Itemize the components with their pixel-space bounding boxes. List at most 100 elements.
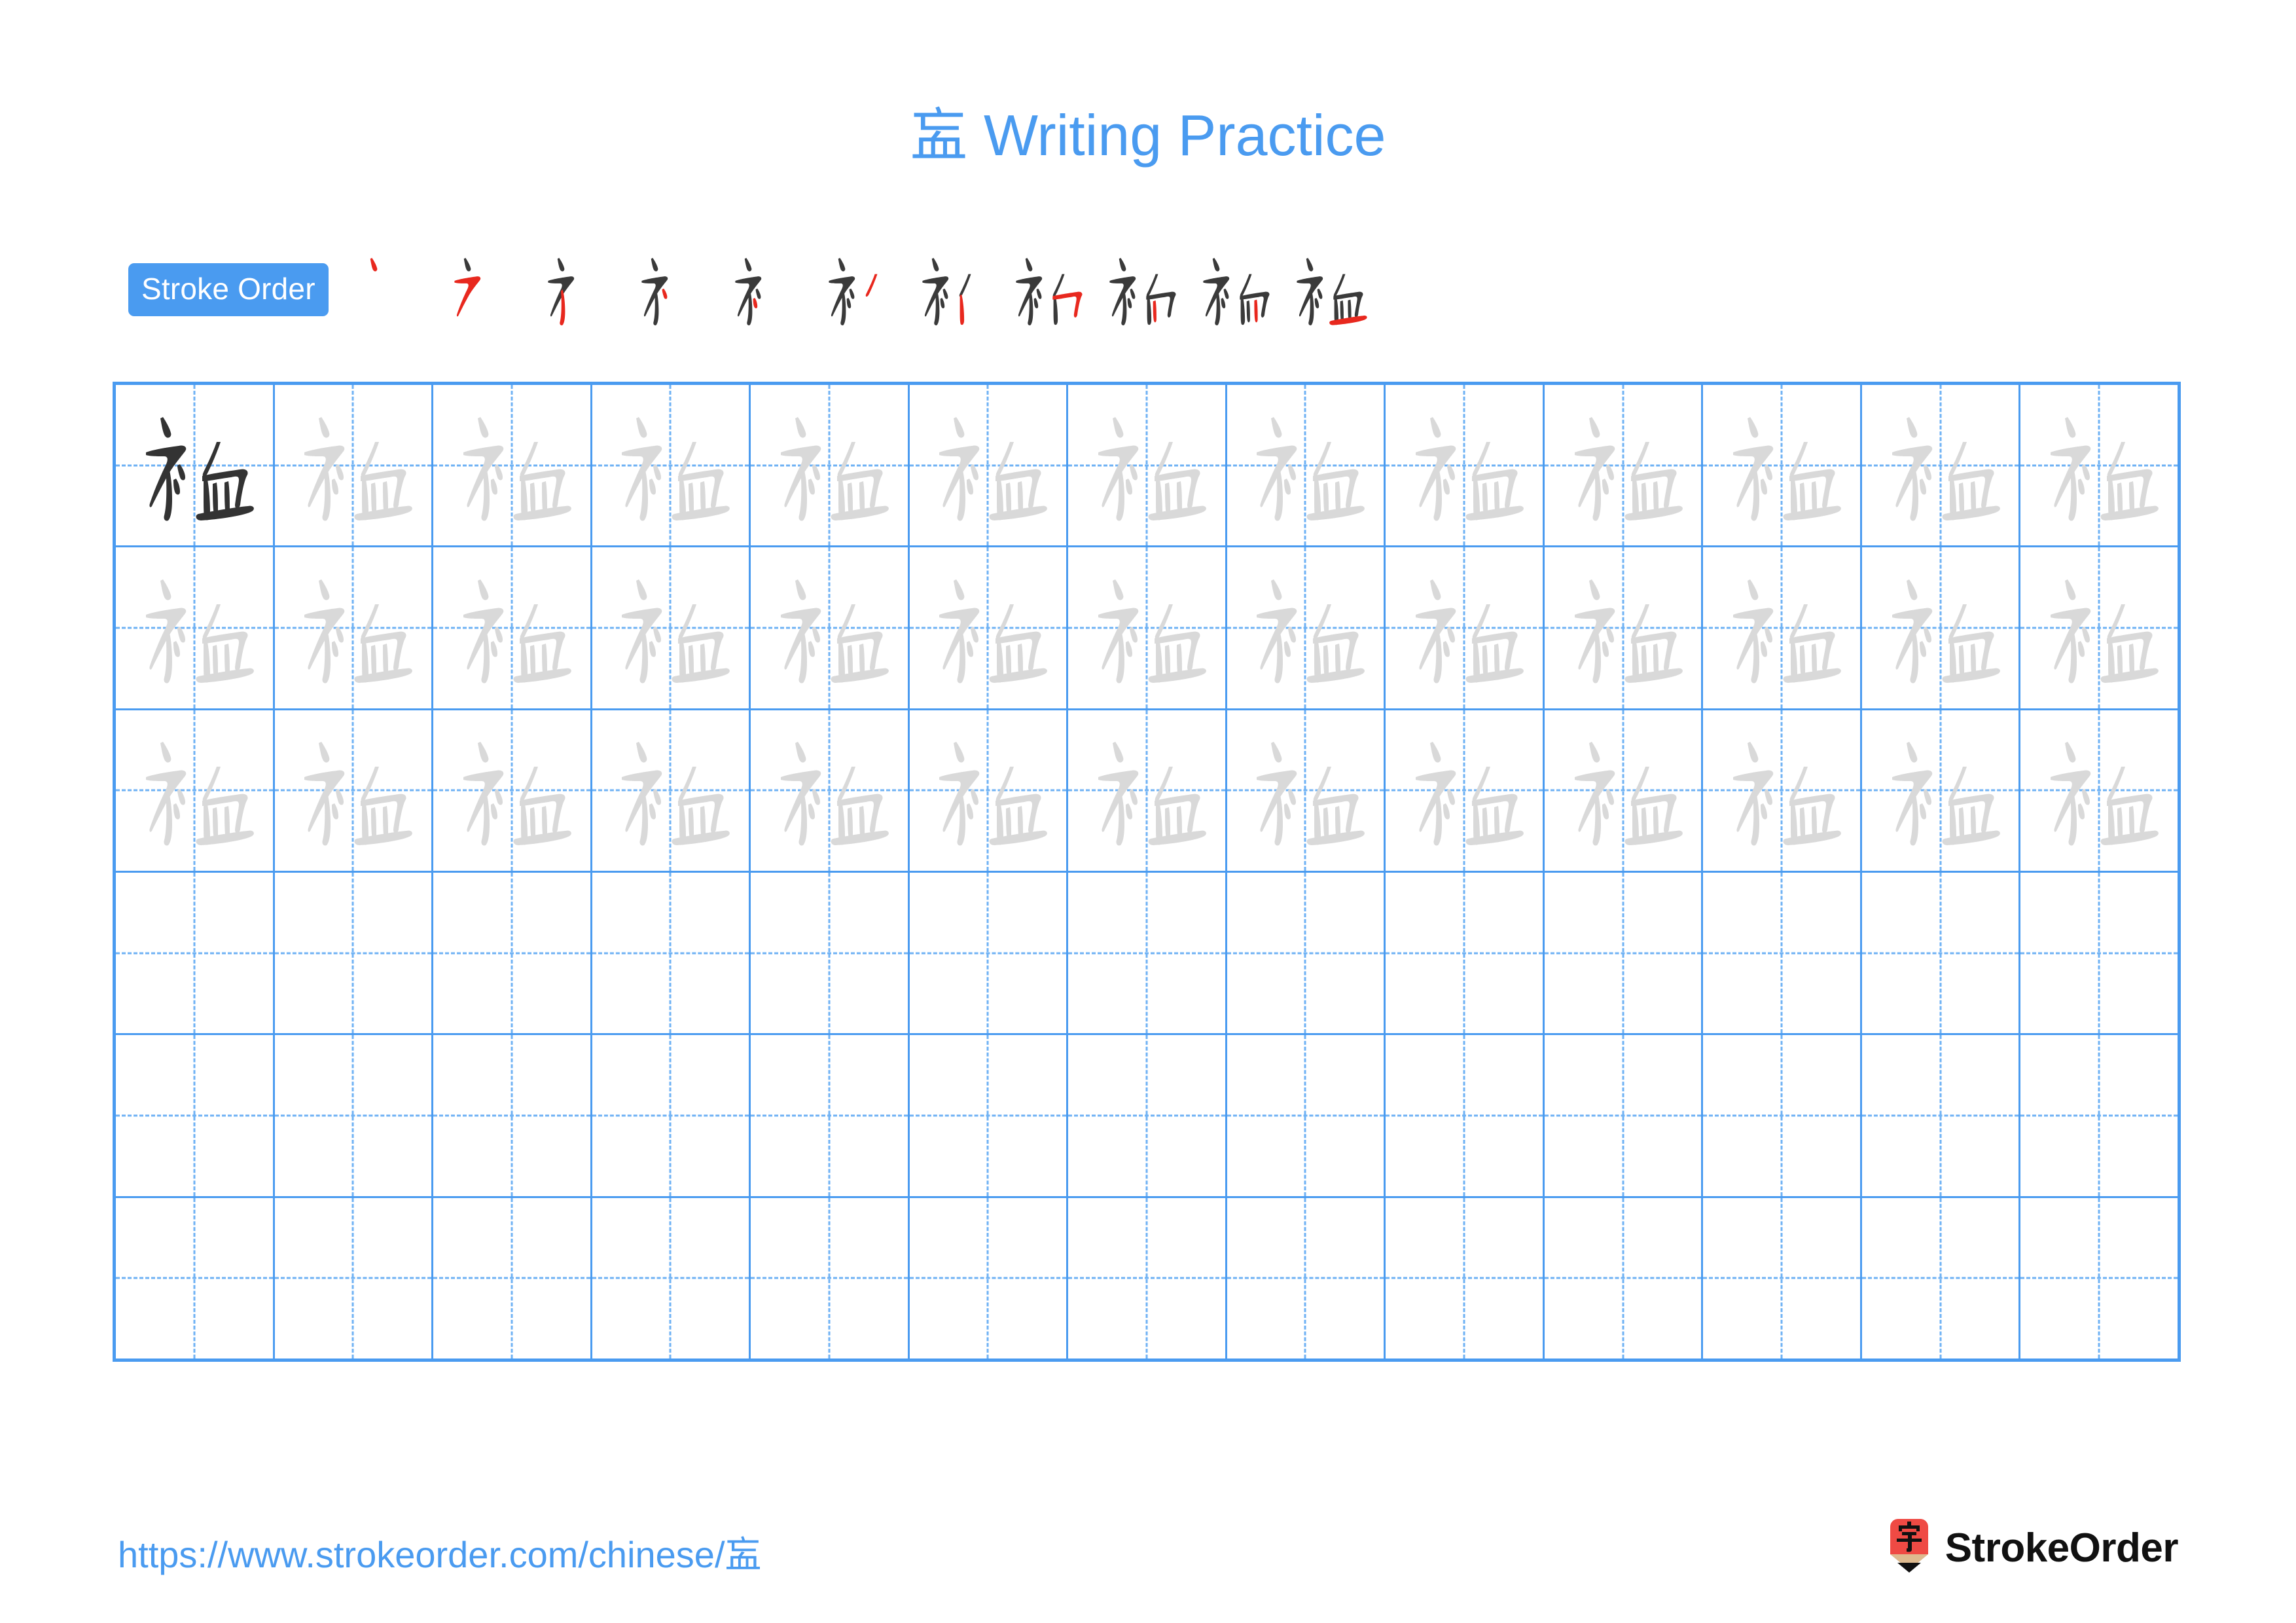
practice-cell-r2-c6[interactable] [909,547,1069,708]
practice-cell-r2-c8[interactable] [1227,547,1386,708]
practice-cell-r3-c9[interactable] [1386,710,1545,871]
practice-cell-r1-c11[interactable] [1703,385,1862,546]
practice-cell-r4-c8[interactable] [1227,872,1386,1034]
practice-cell-r3-c1[interactable] [116,710,275,871]
practice-cell-r1-c13[interactable] [2020,385,2178,546]
practice-cell-r5-c1[interactable] [116,1035,275,1196]
practice-cell-r6-c13[interactable] [2020,1197,2178,1359]
practice-cell-r5-c2[interactable] [274,1035,434,1196]
practice-cell-r4-c6[interactable] [909,872,1069,1034]
practice-cell-r1-c1[interactable] [116,385,275,546]
practice-cell-r6-c12[interactable] [1861,1197,2021,1359]
practice-cell-r5-c5[interactable] [751,1035,910,1196]
cell-guide-vertical [351,872,354,1034]
practice-cell-r4-c4[interactable] [592,872,751,1034]
practice-cell-r1-c8[interactable] [1227,385,1386,546]
practice-cell-r4-c5[interactable] [751,872,910,1034]
practice-cell-r5-c9[interactable] [1386,1035,1545,1196]
practice-cell-r4-c12[interactable] [1861,872,2021,1034]
footer-url[interactable]: https://www.strokeorder.com/chinese/衁 [118,1525,762,1578]
practice-cell-r5-c13[interactable] [2020,1035,2178,1196]
practice-cell-r4-c3[interactable] [433,872,592,1034]
stroke-step-6 [814,247,907,332]
cell-guide-vertical [828,1197,831,1359]
practice-cell-r3-c4[interactable] [592,710,751,871]
cell-guide-horizontal [592,1277,749,1279]
practice-cell-r5-c8[interactable] [1227,1035,1386,1196]
practice-cell-r6-c6[interactable] [909,1197,1069,1359]
practice-cell-r2-c9[interactable] [1386,547,1545,708]
cell-guide-horizontal [1227,952,1384,955]
practice-cell-r3-c8[interactable] [1227,710,1386,871]
practice-cell-r6-c9[interactable] [1386,1197,1545,1359]
practice-cell-r6-c4[interactable] [592,1197,751,1359]
practice-cell-r2-c2[interactable] [274,547,434,708]
practice-cell-r1-c2[interactable] [274,385,434,546]
practice-cell-r2-c10[interactable] [1544,547,1704,708]
practice-cell-r5-c11[interactable] [1703,1035,1862,1196]
trace-character [751,547,908,708]
practice-cell-r3-c2[interactable] [274,710,434,871]
practice-cell-r6-c2[interactable] [274,1197,434,1359]
practice-cell-r4-c2[interactable] [274,872,434,1034]
practice-cell-r1-c5[interactable] [751,385,910,546]
practice-cell-r2-c4[interactable] [592,547,751,708]
practice-cell-r6-c5[interactable] [751,1197,910,1359]
trace-character [1227,385,1384,545]
practice-cell-r4-c11[interactable] [1703,872,1862,1034]
practice-cell-r1-c12[interactable] [1861,385,2021,546]
cell-guide-horizontal [2020,952,2178,955]
practice-cell-r6-c8[interactable] [1227,1197,1386,1359]
practice-cell-r4-c10[interactable] [1544,872,1704,1034]
practice-cell-r3-c7[interactable] [1068,710,1227,871]
cell-guide-vertical [2098,1035,2100,1196]
cell-guide-horizontal [751,1114,908,1117]
practice-cell-r2-c11[interactable] [1703,547,1862,708]
practice-cell-r4-c9[interactable] [1386,872,1545,1034]
trace-character [1386,710,1543,871]
stroke-1-new [370,257,378,272]
trace-character [1862,710,2019,871]
practice-cell-r4-c13[interactable] [2020,872,2178,1034]
stroke-7-new [960,294,964,325]
practice-cell-r6-c1[interactable] [116,1197,275,1359]
practice-cell-r2-c1[interactable] [116,547,275,708]
practice-cell-r4-c1[interactable] [116,872,275,1034]
stroke-step-1 [346,247,439,332]
practice-cell-r6-c7[interactable] [1068,1197,1227,1359]
practice-cell-r3-c5[interactable] [751,710,910,871]
practice-cell-r6-c11[interactable] [1703,1197,1862,1359]
practice-cell-r3-c12[interactable] [1861,710,2021,871]
practice-cell-r5-c3[interactable] [433,1035,592,1196]
practice-cell-r6-c10[interactable] [1544,1197,1704,1359]
practice-cell-r2-c12[interactable] [1861,547,2021,708]
cell-guide-horizontal [1544,1114,1702,1117]
practice-cell-r3-c10[interactable] [1544,710,1704,871]
practice-cell-r1-c9[interactable] [1386,385,1545,546]
practice-cell-r1-c3[interactable] [433,385,592,546]
practice-cell-r4-c7[interactable] [1068,872,1227,1034]
practice-cell-r5-c6[interactable] [909,1035,1069,1196]
stroke-9-new [1153,300,1157,323]
practice-cell-r6-c3[interactable] [433,1197,592,1359]
practice-cell-r5-c7[interactable] [1068,1035,1227,1196]
practice-cell-r1-c10[interactable] [1544,385,1704,546]
practice-cell-r2-c7[interactable] [1068,547,1227,708]
practice-cell-r1-c4[interactable] [592,385,751,546]
prior-strokes [463,257,471,272]
practice-cell-r3-c6[interactable] [909,710,1069,871]
practice-cell-r5-c10[interactable] [1544,1035,1704,1196]
practice-cell-r5-c4[interactable] [592,1035,751,1196]
stroke-order-step-list [346,247,1375,332]
practice-cell-r2-c5[interactable] [751,547,910,708]
practice-cell-r5-c12[interactable] [1861,1035,2021,1196]
practice-cell-r2-c13[interactable] [2020,547,2178,708]
practice-cell-r2-c3[interactable] [433,547,592,708]
page-title-suffix: Writing Practice [967,103,1386,168]
practice-cell-r3-c11[interactable] [1703,710,1862,871]
practice-cell-r3-c13[interactable] [2020,710,2178,871]
practice-cell-r1-c7[interactable] [1068,385,1227,546]
trace-character [275,385,432,545]
practice-cell-r3-c3[interactable] [433,710,592,871]
practice-cell-r1-c6[interactable] [909,385,1069,546]
